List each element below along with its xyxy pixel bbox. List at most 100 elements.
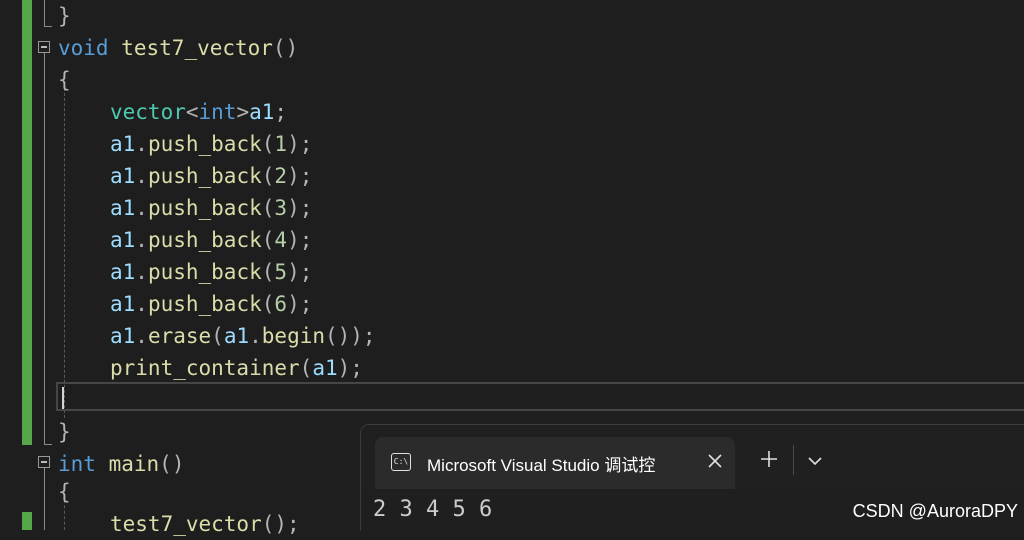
code-token: ( bbox=[261, 196, 275, 220]
code-line[interactable]: int main() bbox=[58, 448, 184, 480]
chevron-down-icon[interactable] bbox=[805, 451, 825, 471]
code-token: push_back bbox=[147, 292, 262, 316]
code-token: a1 bbox=[312, 356, 338, 380]
code-line[interactable]: a1.push_back(1); bbox=[110, 128, 312, 160]
code-token: ( bbox=[261, 132, 275, 156]
code-token: erase bbox=[147, 324, 212, 348]
fold-line bbox=[44, 0, 45, 26]
code-token: ); bbox=[287, 228, 313, 252]
code-token: void bbox=[58, 36, 109, 60]
code-token: 1 bbox=[274, 132, 288, 156]
text-caret bbox=[62, 387, 64, 409]
code-line[interactable]: a1.erase(a1.begin()); bbox=[110, 320, 376, 352]
code-token: ); bbox=[287, 292, 313, 316]
code-token: ( bbox=[211, 324, 224, 348]
code-token: push_back bbox=[147, 196, 262, 220]
code-token: push_back bbox=[147, 132, 262, 156]
code-line[interactable]: } bbox=[58, 416, 71, 448]
code-token: ); bbox=[287, 260, 313, 284]
code-token: . bbox=[249, 324, 262, 348]
fold-end bbox=[44, 444, 52, 445]
code-line[interactable]: a1.push_back(2); bbox=[110, 160, 312, 192]
code-token: ); bbox=[287, 132, 313, 156]
fold-end bbox=[44, 26, 52, 27]
code-token: begin bbox=[261, 324, 325, 348]
code-token: ( bbox=[299, 356, 313, 380]
code-token: (); bbox=[261, 512, 300, 536]
code-token: . bbox=[135, 260, 148, 284]
change-indicator-bar-bottom bbox=[22, 512, 32, 530]
code-token: test7_vector bbox=[110, 512, 262, 536]
code-token: . bbox=[135, 132, 148, 156]
watermark: CSDN @AuroraDPY bbox=[852, 501, 1018, 521]
code-token: ; bbox=[274, 100, 288, 124]
code-token: } bbox=[58, 4, 71, 28]
console-output: 2 3 4 5 6 bbox=[373, 497, 493, 522]
code-token: a1 bbox=[110, 164, 136, 188]
code-line[interactable]: } bbox=[58, 0, 71, 32]
code-token: a1 bbox=[110, 196, 136, 220]
code-token: print_container bbox=[110, 356, 300, 380]
code-token: a1 bbox=[249, 100, 275, 124]
fold-line bbox=[44, 53, 45, 444]
code-token: main bbox=[108, 452, 160, 476]
code-line[interactable]: { bbox=[58, 64, 71, 96]
code-token: a1 bbox=[110, 324, 136, 348]
indent-guide bbox=[64, 88, 65, 418]
code-line[interactable]: test7_vector(); bbox=[110, 508, 300, 540]
fold-line bbox=[44, 468, 45, 530]
code-line[interactable]: void test7_vector() bbox=[58, 32, 298, 64]
code-token: ( bbox=[261, 292, 275, 316]
terminal-tab[interactable]: C:\ Microsoft Visual Studio 调试控 bbox=[375, 437, 735, 489]
change-indicator-bar bbox=[22, 0, 32, 445]
code-token: ( bbox=[261, 164, 275, 188]
code-token: a1 bbox=[110, 292, 136, 316]
code-token: . bbox=[135, 292, 148, 316]
code-token: . bbox=[135, 228, 148, 252]
code-token: 6 bbox=[274, 292, 288, 316]
code-line[interactable]: print_container(a1); bbox=[110, 352, 363, 384]
code-token: . bbox=[135, 164, 148, 188]
collapse-icon[interactable] bbox=[38, 456, 50, 468]
code-token: a1 bbox=[223, 324, 250, 348]
code-token: a1 bbox=[110, 228, 136, 252]
code-token: ( bbox=[261, 260, 275, 284]
code-token: vector bbox=[110, 100, 186, 124]
code-token: } bbox=[58, 420, 71, 444]
code-token: 5 bbox=[274, 260, 288, 284]
code-line[interactable]: a1.push_back(4); bbox=[110, 224, 312, 256]
code-token: . bbox=[135, 196, 148, 220]
code-token: { bbox=[58, 480, 71, 504]
console-icon: C:\ bbox=[391, 453, 411, 471]
plus-icon[interactable] bbox=[759, 449, 779, 469]
code-token: a1 bbox=[110, 132, 136, 156]
code-token: ()); bbox=[325, 324, 376, 348]
code-token: { bbox=[58, 68, 71, 92]
code-token: () bbox=[272, 36, 299, 60]
code-line[interactable]: vector<int>a1; bbox=[110, 96, 287, 128]
code-token: push_back bbox=[147, 164, 262, 188]
code-token: () bbox=[159, 452, 185, 476]
code-line[interactable]: a1.push_back(3); bbox=[110, 192, 312, 224]
code-token: push_back bbox=[147, 260, 262, 284]
collapse-icon[interactable] bbox=[38, 41, 50, 53]
code-token: . bbox=[135, 324, 148, 348]
terminal-tab-bar: C:\ Microsoft Visual Studio 调试控 bbox=[361, 425, 1024, 489]
tab-separator bbox=[793, 445, 794, 475]
code-token: < bbox=[185, 100, 199, 124]
code-line[interactable]: { bbox=[58, 476, 71, 508]
code-token: ); bbox=[287, 196, 313, 220]
terminal-tab-title: Microsoft Visual Studio 调试控 bbox=[427, 456, 656, 475]
code-line[interactable]: a1.push_back(6); bbox=[110, 288, 312, 320]
close-icon[interactable] bbox=[705, 451, 725, 471]
code-line[interactable]: a1.push_back(5); bbox=[110, 256, 312, 288]
code-token: int bbox=[198, 100, 237, 124]
code-token: ( bbox=[261, 228, 275, 252]
code-token: 2 bbox=[274, 164, 288, 188]
code-token: 4 bbox=[274, 228, 288, 252]
code-token: ); bbox=[287, 164, 313, 188]
current-line-highlight bbox=[56, 382, 1024, 411]
code-token: 3 bbox=[274, 196, 288, 220]
